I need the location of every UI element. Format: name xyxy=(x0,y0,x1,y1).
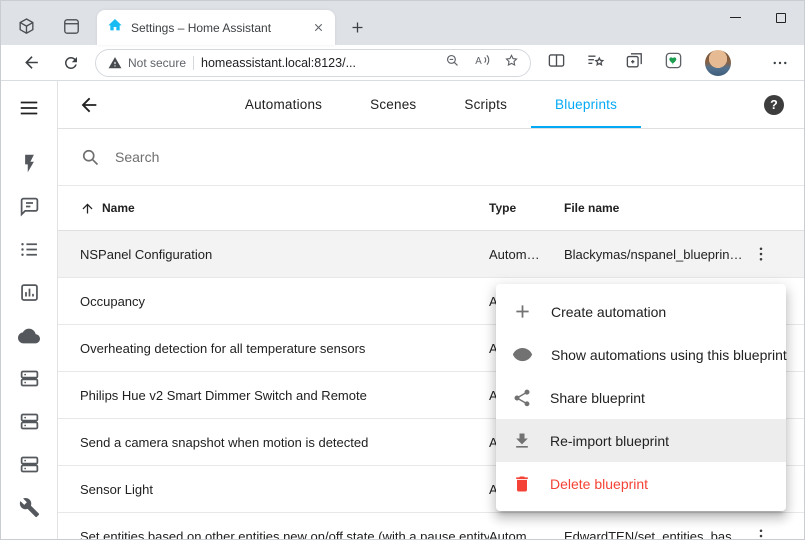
favorite-star-icon[interactable] xyxy=(503,52,520,74)
row-name: Occupancy xyxy=(80,294,489,309)
search-icon xyxy=(80,147,100,167)
tab-title: Settings – Home Assistant xyxy=(131,21,301,35)
tab-scenes[interactable]: Scenes xyxy=(346,81,440,128)
ha-back-icon[interactable] xyxy=(78,94,100,116)
row-type: Autom… xyxy=(489,529,564,540)
row-file: EdwardTEN/set_entities_bas… xyxy=(564,529,749,540)
menu-item-create-automation[interactable]: Create automation xyxy=(496,290,786,333)
chart-icon xyxy=(19,282,40,303)
browser-window: Settings – Home Assistant Not secure xyxy=(0,0,805,540)
menu-item-share-blueprint[interactable]: Share blueprint xyxy=(496,376,786,419)
refresh-icon[interactable] xyxy=(59,51,83,75)
tab-scripts[interactable]: Scripts xyxy=(440,81,531,128)
tab-actions-icon[interactable] xyxy=(62,17,81,36)
search-input[interactable] xyxy=(115,149,804,165)
row-name: Set entities based on other entities new… xyxy=(80,529,489,540)
sidebar-history-item[interactable] xyxy=(1,271,57,314)
collections-icon[interactable] xyxy=(625,51,644,75)
eye-icon xyxy=(512,344,533,365)
share-icon xyxy=(512,388,532,408)
url-text: homeassistant.local:8123/... xyxy=(201,56,437,70)
security-badge[interactable]: Not secure xyxy=(108,56,186,70)
tab-automations[interactable]: Automations xyxy=(221,81,346,128)
divider xyxy=(193,56,194,70)
new-tab-icon[interactable] xyxy=(349,19,366,36)
server-icon xyxy=(19,368,40,389)
list-icon xyxy=(19,239,40,260)
row-type: Autom… xyxy=(489,247,564,262)
server-icon xyxy=(19,454,40,475)
column-header-name[interactable]: Name xyxy=(80,201,489,216)
menu-item-show-automations[interactable]: Show automations using this blueprint xyxy=(496,333,786,376)
menu-item-delete-blueprint[interactable]: Delete blueprint xyxy=(496,462,786,505)
home-assistant-logo-icon xyxy=(107,17,123,38)
help-icon[interactable]: ? xyxy=(764,95,784,115)
browser-tab[interactable]: Settings – Home Assistant xyxy=(97,10,335,45)
security-label: Not secure xyxy=(128,56,186,70)
svg-text:A: A xyxy=(475,56,482,67)
row-overflow-menu-icon[interactable] xyxy=(749,524,773,540)
browser-essentials-icon[interactable] xyxy=(664,51,683,75)
menu-item-reimport-blueprint[interactable]: Re-import blueprint xyxy=(496,419,786,462)
column-header-file[interactable]: File name xyxy=(564,201,749,215)
ha-header: Automations Scenes Scripts Blueprints ? xyxy=(58,81,804,129)
favorites-icon[interactable] xyxy=(586,51,605,75)
row-overflow-menu-icon[interactable] xyxy=(749,242,773,266)
server-icon xyxy=(19,411,40,432)
row-name: Sensor Light xyxy=(80,482,489,497)
profile-avatar[interactable] xyxy=(705,50,731,76)
ha-sidebar xyxy=(1,81,58,540)
sidebar-todo-item[interactable] xyxy=(1,228,57,271)
window-minimize-button[interactable] xyxy=(712,1,758,34)
sidebar-hub-item-1[interactable] xyxy=(1,357,57,400)
read-aloud-icon[interactable]: A xyxy=(473,51,491,74)
row-file: Blackymas/nspanel_blueprin… xyxy=(564,247,749,262)
sort-ascending-icon xyxy=(80,201,95,216)
back-icon[interactable] xyxy=(19,51,43,75)
row-name: Send a camera snapshot when motion is de… xyxy=(80,435,489,450)
row-name: NSPanel Configuration xyxy=(80,247,489,262)
ha-tab-bar: Automations Scenes Scripts Blueprints xyxy=(58,81,804,128)
cloud-icon xyxy=(18,325,40,347)
address-bar[interactable]: Not secure homeassistant.local:8123/... … xyxy=(95,49,531,77)
window-maximize-button[interactable] xyxy=(758,1,804,34)
sidebar-energy-item[interactable] xyxy=(1,142,57,185)
flash-icon xyxy=(19,153,40,174)
sidebar-menu-icon[interactable] xyxy=(18,94,40,122)
sidebar-hub-item-2[interactable] xyxy=(1,400,57,443)
message-icon xyxy=(19,196,40,217)
column-header-type[interactable]: Type xyxy=(489,201,564,215)
workspaces-icon[interactable] xyxy=(17,17,36,36)
wrench-icon xyxy=(19,497,40,518)
download-icon xyxy=(512,431,532,451)
trash-icon xyxy=(512,474,532,494)
settings-menu-icon[interactable] xyxy=(768,51,792,75)
zoom-out-icon[interactable] xyxy=(444,52,461,74)
table-row[interactable]: Set entities based on other entities new… xyxy=(58,513,804,540)
sidebar-cloud-item[interactable] xyxy=(1,314,57,357)
row-name: Overheating detection for all temperatur… xyxy=(80,341,489,356)
sidebar-hub-item-3[interactable] xyxy=(1,443,57,486)
blueprint-context-menu: Create automation Show automations using… xyxy=(496,284,786,511)
sidebar-tools-item[interactable] xyxy=(1,486,57,529)
plus-icon xyxy=(512,301,533,322)
table-row[interactable]: NSPanel Configuration Autom… Blackymas/n… xyxy=(58,231,804,278)
tab-close-icon[interactable] xyxy=(309,19,327,37)
tab-blueprints[interactable]: Blueprints xyxy=(531,81,641,128)
browser-toolbar: Not secure homeassistant.local:8123/... … xyxy=(1,45,804,81)
sidebar-logbook-item[interactable] xyxy=(1,185,57,228)
split-screen-icon[interactable] xyxy=(547,51,566,75)
table-header: Name Type File name xyxy=(58,186,804,231)
browser-titlebar: Settings – Home Assistant xyxy=(1,1,804,45)
row-name: Philips Hue v2 Smart Dimmer Switch and R… xyxy=(80,388,489,403)
search-bar xyxy=(58,129,804,186)
